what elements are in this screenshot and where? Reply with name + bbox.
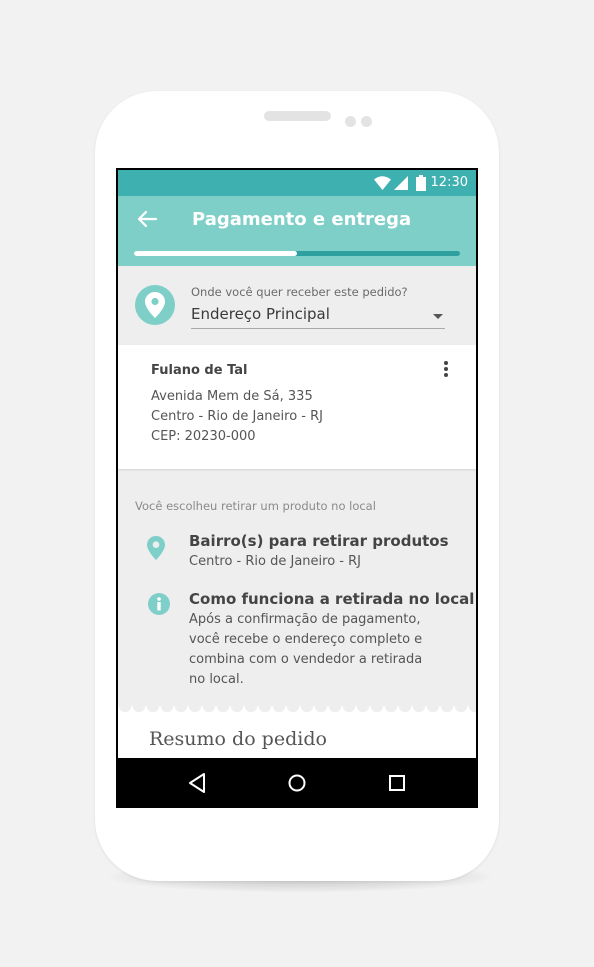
location-pin-icon <box>147 536 165 560</box>
back-arrow-icon[interactable] <box>136 208 158 230</box>
android-nav-bar <box>116 758 478 808</box>
pickup-neighborhoods-value: Centro - Rio de Janeiro - RJ <box>189 554 361 569</box>
checkout-progress-bar <box>134 251 460 256</box>
phone-speaker <box>264 111 331 121</box>
dropdown-caret-icon <box>433 314 443 319</box>
checkout-progress-fill <box>134 251 297 256</box>
address-line-2: Centro - Rio de Janeiro - RJ <box>151 409 323 424</box>
app-bar: Pagamento e entrega <box>118 196 476 266</box>
scalloped-divider <box>118 706 476 716</box>
phone-sensor-left <box>345 116 356 127</box>
phone-screen: 12:30 Pagamento e entrega Onde você quer… <box>116 168 478 808</box>
pickup-how-line: no local. <box>189 672 244 687</box>
address-dropdown[interactable]: Endereço Principal <box>191 304 445 329</box>
pickup-how-line: você recebe o endereço completo e <box>189 632 423 647</box>
order-summary-section: Resumo do pedido <box>118 716 476 758</box>
signal-icon <box>394 176 408 190</box>
recents-square-icon[interactable] <box>385 771 409 795</box>
location-pin-icon <box>135 285 175 325</box>
address-line-1: Avenida Mem de Sá, 335 <box>151 389 313 404</box>
wifi-icon <box>374 176 391 190</box>
home-circle-icon[interactable] <box>285 771 309 795</box>
pickup-neighborhoods-title: Bairro(s) para retirar produtos <box>189 532 449 550</box>
pickup-how-line: combina com o vendedor a retirada <box>189 652 423 667</box>
status-bar: 12:30 <box>118 170 476 196</box>
recipient-name: Fulano de Tal <box>151 363 248 378</box>
order-summary-heading: Resumo do pedido <box>149 728 327 750</box>
pickup-how-title: Como funciona a retirada no local <box>189 590 475 608</box>
pickup-note: Você escolheu retirar um produto no loca… <box>135 499 376 513</box>
battery-icon <box>416 175 426 191</box>
more-options-icon[interactable] <box>440 361 452 381</box>
delivery-question-label: Onde você quer receber este pedido? <box>191 285 408 299</box>
page-title: Pagamento e entrega <box>192 209 412 230</box>
info-icon <box>148 593 170 615</box>
pickup-how-line: Após a confirmação de pagamento, <box>189 612 421 627</box>
back-triangle-icon[interactable] <box>186 771 210 795</box>
pickup-how-text: Após a confirmação de pagamento, você re… <box>189 610 459 690</box>
address-line-3: CEP: 20230-000 <box>151 429 256 444</box>
phone-sensor-right <box>361 116 372 127</box>
address-dropdown-value: Endereço Principal <box>191 305 330 323</box>
status-time: 12:30 <box>430 175 468 190</box>
delivery-address-selector: Onde você quer receber este pedido? Ende… <box>118 266 476 345</box>
checkout-content: Onde você quer receber este pedido? Ende… <box>118 266 476 758</box>
address-card: Fulano de Tal Avenida Mem de Sá, 335 Cen… <box>118 345 476 469</box>
